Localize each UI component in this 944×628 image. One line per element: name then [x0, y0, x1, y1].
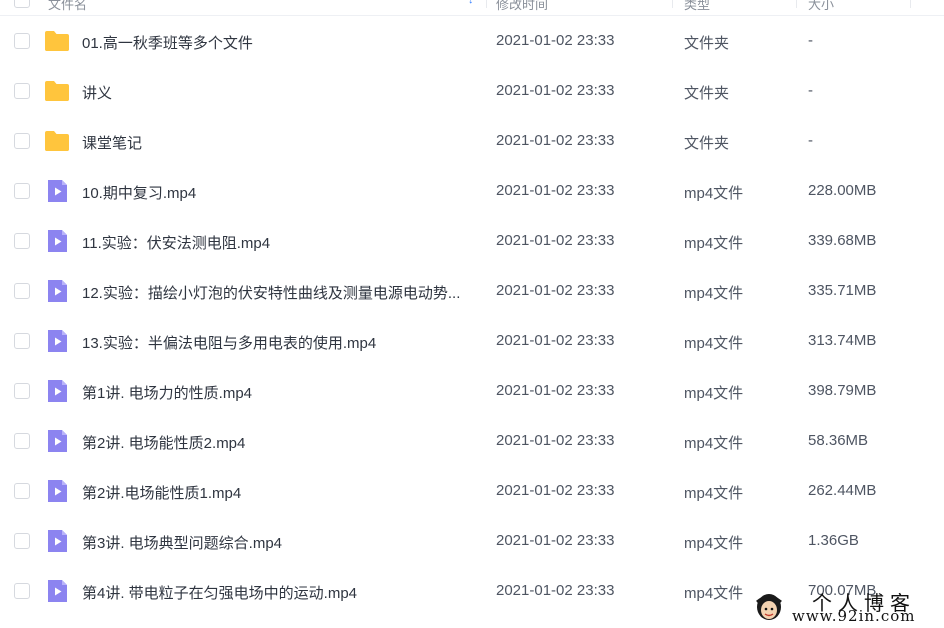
file-size: - [808, 82, 813, 99]
file-row[interactable]: 第1讲. 电场力的性质.mp4 2021-01-02 23:33 mp4文件 398.… [0, 366, 944, 416]
file-list: 01.高一秋季班等多个文件 2021-01-02 23:33 文件夹 - 讲义 2021-… [0, 16, 944, 616]
file-type: mp4文件 [684, 335, 744, 352]
file-row[interactable]: 讲义 2021-01-02 23:33 文件夹 - [0, 66, 944, 116]
file-size: - [808, 32, 813, 49]
video-file-icon[interactable] [44, 329, 70, 353]
watermark-logo-icon [756, 594, 782, 620]
file-name[interactable]: 第3讲. 电场典型问题综合.mp4 [82, 532, 282, 553]
file-modified-time: 2021-01-02 23:33 [496, 432, 615, 449]
file-modified-time: 2021-01-02 23:33 [496, 282, 615, 299]
file-row[interactable]: 10.期中复习.mp4 2021-01-02 23:33 mp4文件 228.00MB [0, 166, 944, 216]
file-row[interactable]: 01.高一秋季班等多个文件 2021-01-02 23:33 文件夹 - [0, 16, 944, 66]
file-modified-time: 2021-01-02 23:33 [496, 232, 615, 249]
column-header-size[interactable]: 大小 [808, 0, 834, 13]
file-name[interactable]: 课堂笔记 [82, 132, 142, 153]
video-file-icon[interactable] [44, 479, 70, 503]
file-name[interactable]: 讲义 [82, 82, 112, 103]
row-checkbox[interactable] [14, 133, 30, 149]
file-type: mp4文件 [684, 385, 744, 402]
file-type: 文件夹 [684, 35, 730, 52]
file-row[interactable]: 第3讲. 电场典型问题综合.mp4 2021-01-02 23:33 mp4文件 1.… [0, 516, 944, 566]
folder-icon[interactable] [44, 79, 70, 103]
file-size: 313.74MB [808, 332, 877, 349]
select-all-checkbox[interactable] [14, 0, 30, 8]
file-name[interactable]: 13.实验：半偏法电阻与多用电表的使用.mp4 [82, 332, 376, 353]
row-checkbox[interactable] [14, 83, 30, 99]
watermark-url: www.92in.com [792, 607, 916, 625]
row-checkbox[interactable] [14, 383, 30, 399]
file-name[interactable]: 12.实验：描绘小灯泡的伏安特性曲线及测量电源电动势... [82, 282, 460, 303]
file-size: 398.79MB [808, 382, 877, 399]
file-type: mp4文件 [684, 535, 744, 552]
file-list-header: 文件名 ↓ 修改时间 类型 大小 [0, 0, 944, 16]
video-file-icon[interactable] [44, 579, 70, 603]
column-divider[interactable] [796, 0, 797, 8]
file-name[interactable]: 11.实验：伏安法测电阻.mp4 [82, 232, 270, 253]
row-checkbox[interactable] [14, 333, 30, 349]
column-header-time[interactable]: 修改时间 [496, 0, 548, 13]
folder-icon[interactable] [44, 129, 70, 153]
folder-icon[interactable] [44, 29, 70, 53]
watermark: 个人博客 www.92in.com [752, 586, 942, 626]
video-file-icon[interactable] [44, 529, 70, 553]
file-modified-time: 2021-01-02 23:33 [496, 482, 615, 499]
file-row[interactable]: 13.实验：半偏法电阻与多用电表的使用.mp4 2021-01-02 23:33 m… [0, 316, 944, 366]
file-size: 1.36GB [808, 532, 859, 549]
video-file-icon[interactable] [44, 179, 70, 203]
file-type: 文件夹 [684, 135, 730, 152]
column-header-type[interactable]: 类型 [684, 0, 710, 13]
file-name[interactable]: 01.高一秋季班等多个文件 [82, 32, 253, 53]
file-type: mp4文件 [684, 485, 744, 502]
file-type: mp4文件 [684, 285, 744, 302]
file-modified-time: 2021-01-02 23:33 [496, 182, 615, 199]
file-name[interactable]: 10.期中复习.mp4 [82, 182, 196, 203]
row-checkbox[interactable] [14, 583, 30, 599]
file-type: mp4文件 [684, 585, 744, 602]
file-modified-time: 2021-01-02 23:33 [496, 332, 615, 349]
video-file-icon[interactable] [44, 229, 70, 253]
file-type: mp4文件 [684, 435, 744, 452]
row-checkbox[interactable] [14, 433, 30, 449]
file-row[interactable]: 12.实验：描绘小灯泡的伏安特性曲线及测量电源电动势... 2021-01-02 … [0, 266, 944, 316]
file-size: 262.44MB [808, 482, 877, 499]
file-name[interactable]: 第4讲. 带电粒子在匀强电场中的运动.mp4 [82, 582, 357, 603]
file-modified-time: 2021-01-02 23:33 [496, 32, 615, 49]
file-modified-time: 2021-01-02 23:33 [496, 132, 615, 149]
row-checkbox[interactable] [14, 33, 30, 49]
file-name[interactable]: 第1讲. 电场力的性质.mp4 [82, 382, 252, 403]
file-name[interactable]: 第2讲.电场能性质1.mp4 [82, 482, 241, 503]
file-row[interactable]: 第2讲. 电场能性质2.mp4 2021-01-02 23:33 mp4文件 58.3… [0, 416, 944, 466]
file-row[interactable]: 11.实验：伏安法测电阻.mp4 2021-01-02 23:33 mp4文件 339… [0, 216, 944, 266]
column-divider[interactable] [910, 0, 911, 8]
column-divider[interactable] [672, 0, 673, 8]
file-size: 228.00MB [808, 182, 877, 199]
row-checkbox[interactable] [14, 283, 30, 299]
file-modified-time: 2021-01-02 23:33 [496, 582, 615, 599]
file-row[interactable]: 第2讲.电场能性质1.mp4 2021-01-02 23:33 mp4文件 262.4… [0, 466, 944, 516]
column-divider[interactable] [486, 0, 487, 8]
row-checkbox[interactable] [14, 183, 30, 199]
file-type: mp4文件 [684, 235, 744, 252]
sort-arrow-icon[interactable]: ↓ [468, 0, 474, 6]
video-file-icon[interactable] [44, 429, 70, 453]
file-size: - [808, 132, 813, 149]
file-row[interactable]: 课堂笔记 2021-01-02 23:33 文件夹 - [0, 116, 944, 166]
file-name[interactable]: 第2讲. 电场能性质2.mp4 [82, 432, 245, 453]
video-file-icon[interactable] [44, 379, 70, 403]
file-size: 335.71MB [808, 282, 877, 299]
row-checkbox[interactable] [14, 483, 30, 499]
file-modified-time: 2021-01-02 23:33 [496, 532, 615, 549]
file-modified-time: 2021-01-02 23:33 [496, 382, 615, 399]
row-checkbox[interactable] [14, 233, 30, 249]
row-checkbox[interactable] [14, 533, 30, 549]
file-size: 339.68MB [808, 232, 877, 249]
column-header-name[interactable]: 文件名 [48, 0, 87, 13]
file-type: 文件夹 [684, 85, 730, 102]
video-file-icon[interactable] [44, 279, 70, 303]
file-modified-time: 2021-01-02 23:33 [496, 82, 615, 99]
file-size: 58.36MB [808, 432, 869, 449]
file-type: mp4文件 [684, 185, 744, 202]
